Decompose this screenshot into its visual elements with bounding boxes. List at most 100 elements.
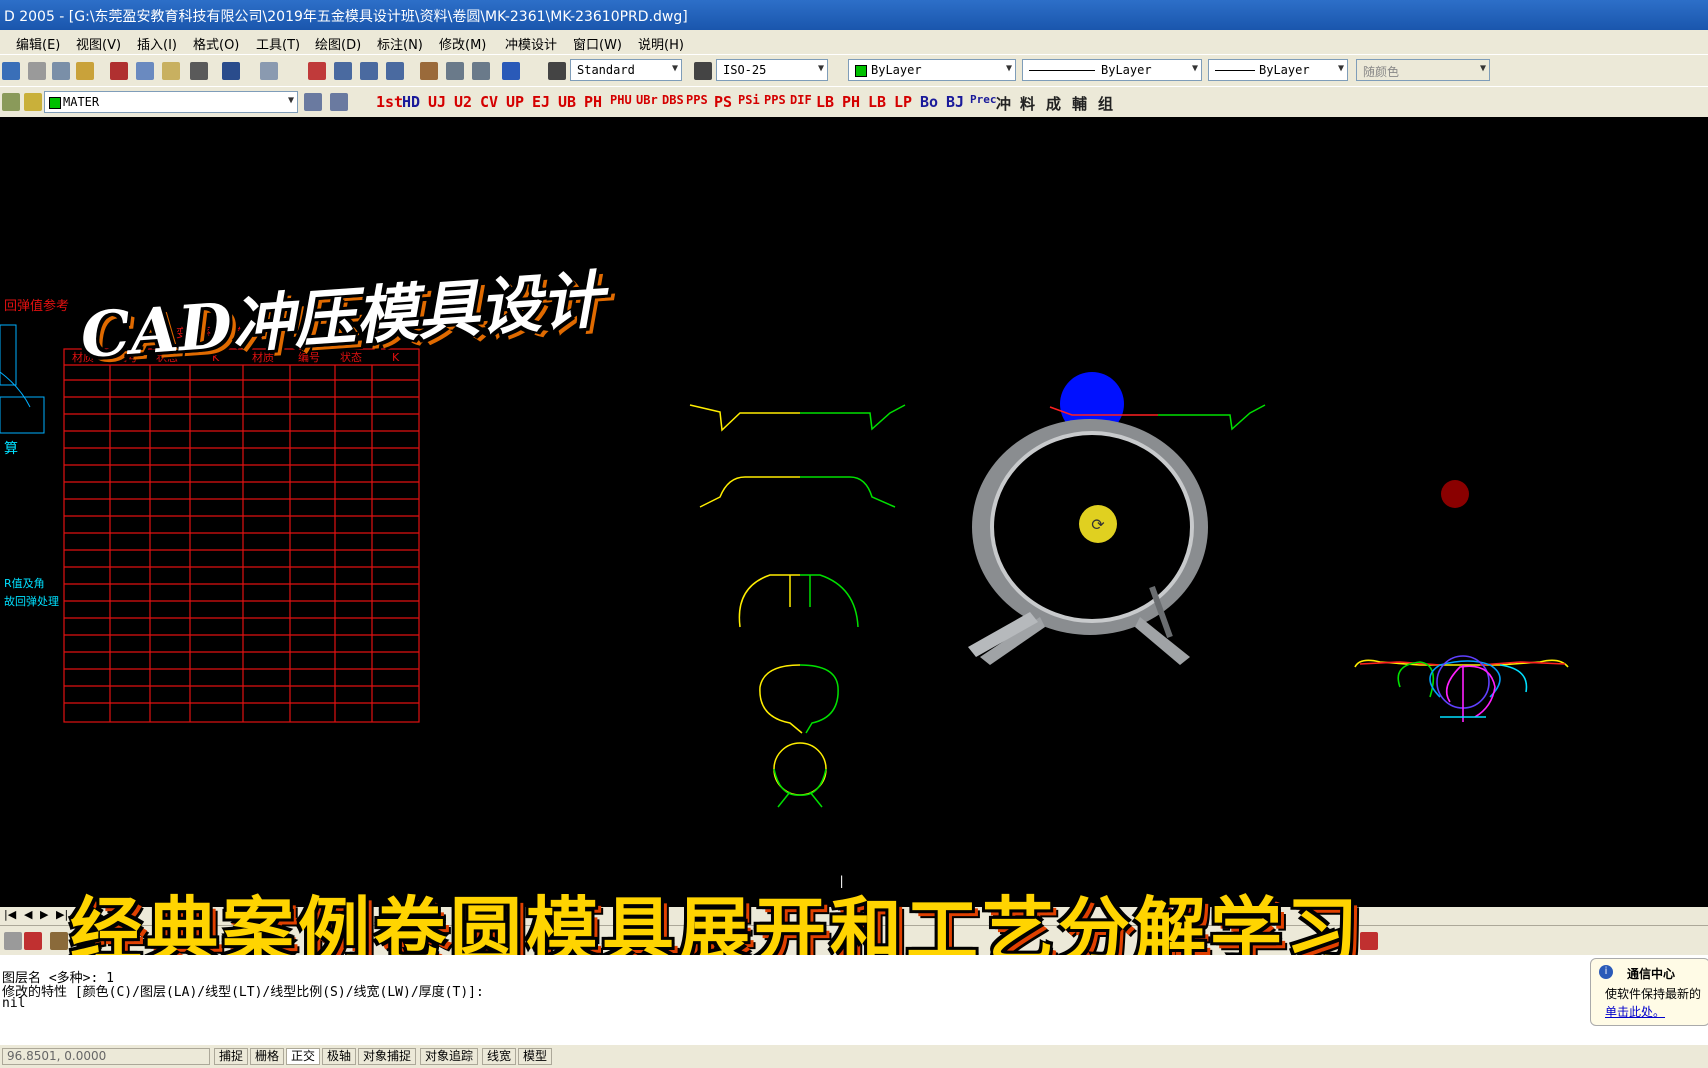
layer-previous-icon[interactable]	[330, 93, 348, 111]
tab-last-icon[interactable]: ▶|	[56, 908, 68, 921]
cmd-ph-2[interactable]: PH	[842, 93, 860, 111]
cmd-1st[interactable]: 1st	[376, 93, 403, 111]
menu-edit[interactable]: 编辑(E)	[16, 34, 60, 53]
match-properties-icon[interactable]	[190, 62, 208, 80]
toolbar-icon-a[interactable]	[4, 932, 22, 950]
cmd-lb[interactable]: LB	[816, 93, 834, 111]
note-r-angle: R值及角	[4, 577, 45, 590]
snap-toggle[interactable]: 捕捉	[214, 1048, 249, 1065]
make-current-layer-icon[interactable]	[304, 93, 322, 111]
notification-link[interactable]: 单击此处。	[1605, 1003, 1665, 1020]
cmd-ps[interactable]: PS	[714, 93, 732, 111]
menu-window[interactable]: 窗口(W)	[573, 34, 622, 53]
cmd-hd[interactable]: HD	[402, 93, 420, 111]
tool-palettes-icon[interactable]	[472, 62, 490, 80]
layer-select[interactable]: MATER ▼	[44, 91, 298, 113]
properties-icon[interactable]	[420, 62, 438, 80]
tab-prev-icon[interactable]: ◀	[24, 908, 32, 921]
lineweight-select[interactable]: ByLayer ▼	[1208, 59, 1348, 81]
window-titlebar: D 2005 - [G:\东莞盈安教育科技有限公司\2019年五金模具设计班\资…	[0, 0, 1708, 30]
cmd-psi[interactable]: PSi	[738, 93, 760, 107]
publish-icon[interactable]	[76, 62, 94, 80]
cmd-group[interactable]: 组	[1098, 93, 1113, 114]
cmd-dif[interactable]: DIF	[790, 93, 812, 107]
cmd-phu[interactable]: PHU	[610, 93, 632, 107]
menu-view[interactable]: 视图(V)	[76, 34, 121, 53]
plot-style-select[interactable]: 随颜色 ▼	[1356, 59, 1490, 81]
menu-insert[interactable]: 插入(I)	[137, 34, 177, 53]
otrack-toggle[interactable]: 对象追踪	[420, 1048, 479, 1065]
cmd-lp[interactable]: LP	[894, 93, 912, 111]
cmd-material[interactable]: 料	[1020, 93, 1035, 114]
copy-icon[interactable]	[136, 62, 154, 80]
menu-die-design[interactable]: 冲模设计	[505, 34, 557, 53]
command-line[interactable]: 图层名 <多种>: 1 修改的特性 [颜色(C)/图层(LA)/线型(LT)/线…	[0, 955, 1708, 1045]
toolbar-icon-c[interactable]	[50, 932, 68, 950]
cmd-ub[interactable]: UB	[558, 93, 576, 111]
layer-manager-icon[interactable]	[2, 93, 20, 111]
layer-state-icon[interactable]	[24, 93, 42, 111]
osnap-toggle[interactable]: 对象捕捉	[358, 1048, 417, 1065]
cmd-bo[interactable]: Bo	[920, 93, 938, 111]
help-icon[interactable]	[502, 62, 520, 80]
ortho-toggle[interactable]: 正交	[286, 1048, 321, 1065]
menu-dimension[interactable]: 标注(N)	[377, 34, 423, 53]
toolbar-icon-b[interactable]	[24, 932, 42, 950]
design-center-icon[interactable]	[446, 62, 464, 80]
standard-toolbar: Standard ▼ ISO-25 ▼ ByLayer ▼ ByLayer ▼ ByLa…	[0, 54, 1708, 88]
cmd-pps[interactable]: PPS	[686, 93, 708, 107]
lineweight-toggle[interactable]: 线宽	[482, 1048, 517, 1065]
redo-icon[interactable]	[260, 62, 278, 80]
cmd-up[interactable]: UP	[506, 93, 524, 111]
cmd-lb-2[interactable]: LB	[868, 93, 886, 111]
cmd-bj[interactable]: BJ	[946, 93, 964, 111]
menu-format[interactable]: 格式(O)	[193, 34, 239, 53]
menu-bar: 编辑(E) 视图(V) 插入(I) 格式(O) 工具(T) 绘图(D) 标注(N…	[0, 30, 1708, 54]
model-toggle[interactable]: 模型	[518, 1048, 553, 1065]
dim-style-icon	[694, 62, 712, 80]
communication-center-balloon[interactable]: i 通信中心 使软件保持最新的 单击此处。	[1590, 958, 1708, 1026]
cmd-dbs[interactable]: DBS	[662, 93, 684, 107]
text-style-select[interactable]: Standard ▼	[570, 59, 682, 81]
drawing-canvas[interactable]: 回弹值参考 变化系数K值参考 材质 编号 状态 K 材质 编号 状态 K 算 R…	[0, 117, 1708, 907]
paste-icon[interactable]	[162, 62, 180, 80]
menu-modify[interactable]: 修改(M)	[439, 34, 486, 53]
stacked-curl-stages	[1354, 655, 1569, 722]
zoom-realtime-icon[interactable]	[334, 62, 352, 80]
toolbar-icon-d[interactable]	[1360, 932, 1378, 950]
cmd-cv[interactable]: CV	[480, 93, 498, 111]
step-2-preform	[699, 476, 896, 508]
note-suan: 算	[4, 441, 18, 457]
tab-next-icon[interactable]: ▶	[40, 908, 48, 921]
grid-toggle[interactable]: 栅格	[250, 1048, 285, 1065]
info-icon: i	[1599, 965, 1613, 979]
undo-icon[interactable]	[222, 62, 240, 80]
cut-icon[interactable]	[110, 62, 128, 80]
drawing-svg: 回弹值参考 变化系数K值参考 材质 编号 状态 K 材质 编号 状态 K 算 R…	[0, 298, 1569, 888]
cmd-punch[interactable]: 冲	[996, 93, 1011, 114]
cmd-form[interactable]: 成	[1046, 93, 1061, 114]
plot-preview-icon[interactable]	[52, 62, 70, 80]
cmd-ubr[interactable]: UBr	[636, 93, 658, 107]
polar-toggle[interactable]: 极轴	[322, 1048, 357, 1065]
cmd-aux[interactable]: 輔	[1072, 93, 1087, 114]
linetype-select[interactable]: ByLayer ▼	[1022, 59, 1202, 81]
dim-style-select[interactable]: ISO-25 ▼	[716, 59, 828, 81]
cmd-u2[interactable]: U2	[454, 93, 472, 111]
cmd-uj[interactable]: UJ	[428, 93, 446, 111]
cmd-ph[interactable]: PH	[584, 93, 602, 111]
zoom-window-icon[interactable]	[360, 62, 378, 80]
menu-help[interactable]: 说明(H)	[638, 34, 684, 53]
tab-first-icon[interactable]: |◀	[4, 908, 16, 921]
zoom-previous-icon[interactable]	[386, 62, 404, 80]
cmd-pps-2[interactable]: PPS	[764, 93, 786, 107]
pan-icon[interactable]	[308, 62, 326, 80]
print-icon[interactable]	[28, 62, 46, 80]
menu-tools[interactable]: 工具(T)	[256, 34, 300, 53]
save-icon[interactable]	[2, 62, 20, 80]
color-select[interactable]: ByLayer ▼	[848, 59, 1016, 81]
cmd-ej[interactable]: EJ	[532, 93, 550, 111]
menu-draw[interactable]: 绘图(D)	[315, 34, 361, 53]
layer-color-swatch	[49, 97, 61, 109]
cmd-prec[interactable]: Prec	[970, 93, 997, 106]
